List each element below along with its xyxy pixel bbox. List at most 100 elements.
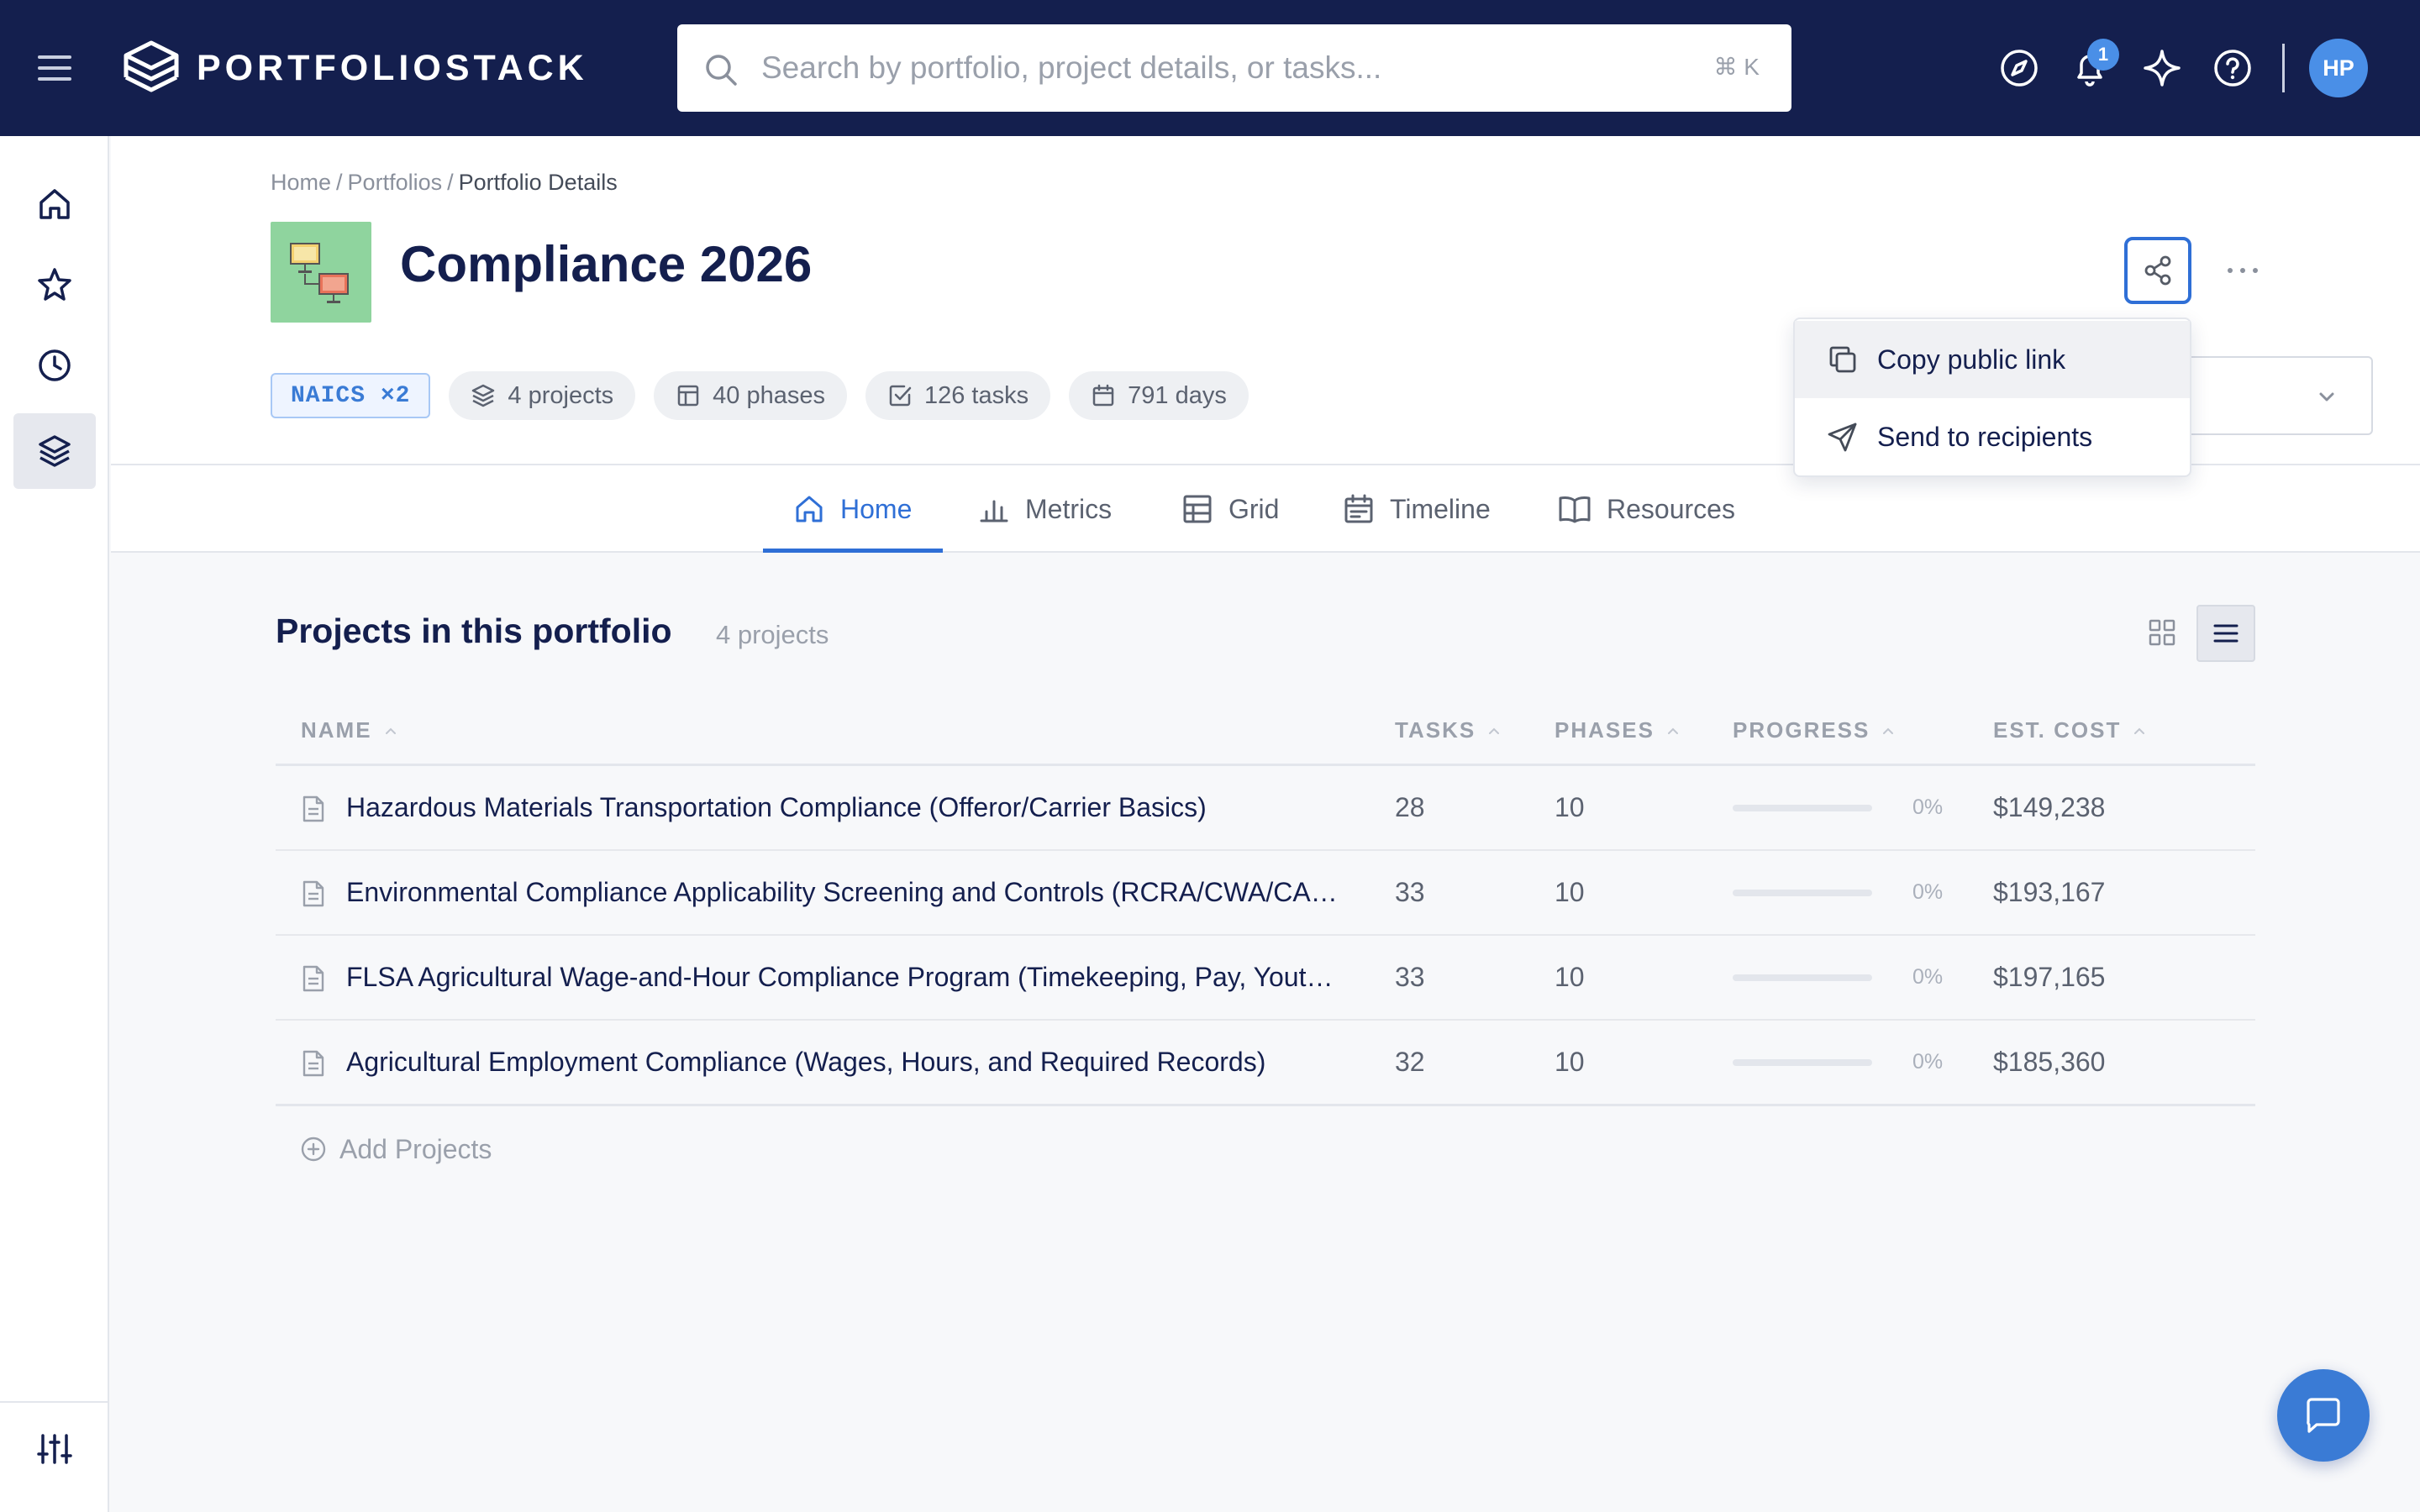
- project-name[interactable]: Hazardous Materials Transportation Compl…: [346, 766, 1338, 849]
- tab-grid[interactable]: Grid: [1181, 465, 1279, 553]
- grid-view-icon: [2148, 618, 2176, 647]
- tab-home[interactable]: Home: [793, 465, 912, 553]
- sort-icon: [2133, 726, 2146, 736]
- progress-bar: [1733, 1059, 1872, 1066]
- copy-public-link-item[interactable]: Copy public link: [1795, 321, 2190, 398]
- list-view-button[interactable]: [2196, 605, 2255, 662]
- share-button[interactable]: [2124, 237, 2191, 304]
- progress-bar: [1733, 805, 1872, 811]
- avatar[interactable]: HP: [2309, 39, 2368, 97]
- projects-pill: 4 projects: [449, 371, 636, 420]
- sparkle-icon[interactable]: [2141, 47, 2183, 89]
- rail-item-home[interactable]: [13, 166, 96, 242]
- project-phases: 10: [1555, 1047, 1585, 1077]
- column-header-cost-label: EST. COST: [1993, 717, 2122, 743]
- naics-tag[interactable]: NAICS ×2: [271, 373, 431, 418]
- project-name[interactable]: Agricultural Employment Compliance (Wage…: [346, 1021, 1338, 1104]
- breadcrumb-home[interactable]: Home: [271, 170, 331, 196]
- rail-item-portfolios[interactable]: [13, 413, 96, 489]
- menu-icon[interactable]: [37, 52, 72, 84]
- send-to-recipients-item[interactable]: Send to recipients: [1795, 398, 2190, 475]
- rail-item-recent[interactable]: [13, 328, 96, 403]
- list-view-icon: [2212, 621, 2240, 646]
- project-cost: $185,360: [1993, 1047, 2106, 1077]
- chat-icon: [2303, 1396, 2344, 1435]
- column-header-name[interactable]: NAME: [301, 717, 397, 743]
- send-icon: [1827, 421, 1859, 453]
- days-pill-label: 791 days: [1128, 381, 1227, 409]
- project-phases: 10: [1555, 877, 1585, 907]
- topbar-divider: [2282, 44, 2285, 92]
- table-row[interactable]: Environmental Compliance Applicability S…: [276, 851, 2255, 936]
- document-icon: [301, 964, 326, 993]
- progress-label: 0%: [1912, 965, 1944, 989]
- add-projects-button[interactable]: Add Projects: [299, 1131, 492, 1168]
- copy-icon: [1827, 344, 1859, 375]
- add-projects-label: Add Projects: [339, 1133, 492, 1164]
- notification-badge: 1: [2087, 39, 2119, 71]
- rail-divider: [0, 1401, 108, 1403]
- document-icon: [301, 879, 326, 908]
- tab-timeline[interactable]: Timeline: [1343, 465, 1491, 553]
- more-button[interactable]: [2213, 245, 2272, 296]
- grid-icon: [1181, 493, 1213, 525]
- breadcrumb-portfolios[interactable]: Portfolios: [348, 170, 443, 196]
- home-icon: [36, 186, 73, 223]
- layers-icon: [36, 433, 73, 470]
- progress-label: 0%: [1912, 795, 1944, 819]
- home-icon: [793, 493, 825, 525]
- table-row[interactable]: Hazardous Materials Transportation Compl…: [276, 766, 2255, 851]
- phases-pill: 40 phases: [654, 371, 847, 420]
- rail-item-settings[interactable]: [13, 1411, 96, 1487]
- table-row[interactable]: Agricultural Employment Compliance (Wage…: [276, 1021, 2255, 1105]
- sort-icon: [1666, 726, 1680, 736]
- layers-icon: [471, 383, 496, 408]
- column-header-progress-label: PROGRESS: [1733, 717, 1870, 743]
- search-box[interactable]: ⌘ K: [677, 24, 1791, 112]
- project-name[interactable]: FLSA Agricultural Wage-and-Hour Complian…: [346, 936, 1338, 1019]
- search-input[interactable]: [761, 43, 1669, 93]
- help-icon[interactable]: [2212, 47, 2254, 89]
- tasks-pill: 126 tasks: [865, 371, 1051, 420]
- chat-button[interactable]: [2277, 1369, 2370, 1462]
- project-cost: $193,167: [1993, 877, 2106, 907]
- column-header-progress[interactable]: PROGRESS: [1733, 717, 1895, 743]
- portfolio-thumbnail: [271, 222, 371, 323]
- column-header-tasks[interactable]: TASKS: [1395, 717, 1501, 743]
- book-icon: [1558, 493, 1591, 525]
- tab-home-label: Home: [840, 493, 913, 524]
- project-name[interactable]: Environmental Compliance Applicability S…: [346, 851, 1338, 934]
- search-icon: [704, 53, 738, 87]
- column-header-cost[interactable]: EST. COST: [1993, 717, 2146, 743]
- grid-view-button[interactable]: [2138, 605, 2186, 660]
- column-header-phases[interactable]: PHASES: [1555, 717, 1680, 743]
- compass-icon[interactable]: [1998, 47, 2040, 89]
- rail-item-favorites[interactable]: [13, 247, 96, 323]
- send-to-recipients-label: Send to recipients: [1877, 421, 2093, 452]
- project-cost: $197,165: [1993, 962, 2106, 992]
- tab-metrics[interactable]: Metrics: [978, 465, 1112, 553]
- checkbox-icon: [887, 383, 913, 408]
- progress-label: 0%: [1912, 1050, 1944, 1074]
- top-bar: PORTFOLIOSTACK ⌘ K 1 HP: [0, 0, 2420, 136]
- table-row[interactable]: FLSA Agricultural Wage-and-Hour Complian…: [276, 936, 2255, 1021]
- chart-icon: [978, 493, 1010, 525]
- table-icon: [676, 383, 701, 408]
- progress-label: 0%: [1912, 880, 1944, 904]
- app-logo[interactable]: PORTFOLIOSTACK: [121, 39, 588, 97]
- status-select[interactable]: [2186, 356, 2373, 435]
- tab-timeline-label: Timeline: [1390, 493, 1491, 524]
- phases-pill-label: 40 phases: [713, 381, 825, 409]
- column-header-name-label: NAME: [301, 717, 372, 743]
- tasks-pill-label: 126 tasks: [923, 381, 1029, 409]
- progress-bar: [1733, 974, 1872, 981]
- logo-icon: [121, 39, 182, 97]
- sort-icon: [1881, 726, 1895, 736]
- tab-resources[interactable]: Resources: [1558, 465, 1735, 553]
- calendar-icon: [1091, 383, 1116, 408]
- chevron-down-icon: [2316, 386, 2338, 408]
- page-title: Compliance 2026: [400, 236, 813, 292]
- sort-icon: [1487, 726, 1501, 736]
- project-tasks: 28: [1395, 792, 1425, 822]
- tab-grid-label: Grid: [1228, 493, 1280, 524]
